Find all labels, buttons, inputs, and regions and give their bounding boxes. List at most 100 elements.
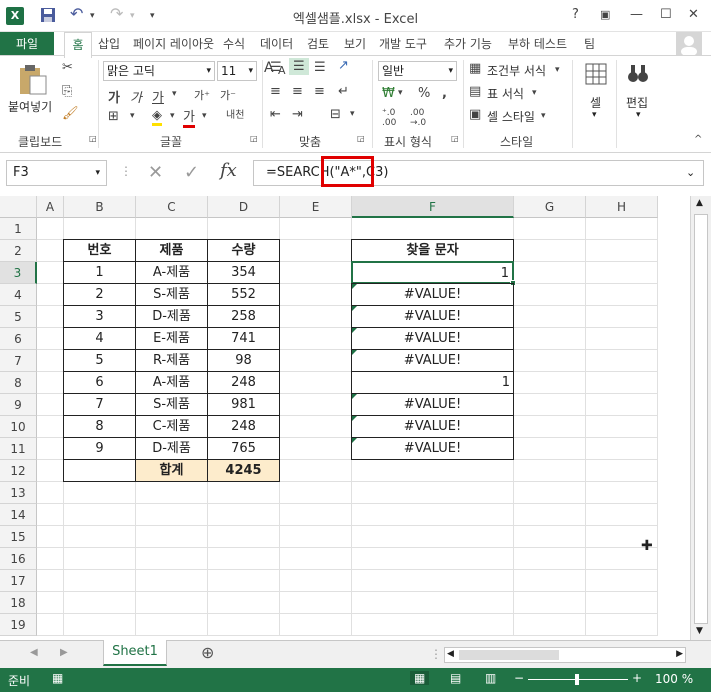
grid-cell[interactable] <box>280 482 352 504</box>
grid-cell[interactable] <box>208 548 280 570</box>
search-result-cell[interactable]: #VALUE! <box>351 349 514 372</box>
zoom-in-icon[interactable]: + <box>632 671 642 685</box>
grid-cell[interactable] <box>514 504 586 526</box>
grid-cell[interactable] <box>37 394 64 416</box>
table-cell[interactable]: 7 <box>63 393 136 416</box>
grid-cell[interactable] <box>280 438 352 460</box>
horizontal-scrollbar[interactable]: ◀ ▶ <box>444 647 686 663</box>
decrease-indent-icon[interactable]: ⇤ <box>270 107 281 122</box>
grid-cell[interactable] <box>208 526 280 548</box>
table-header-cell[interactable]: 번호 <box>63 239 136 262</box>
grid-cell[interactable] <box>37 262 64 284</box>
format-table-icon[interactable]: ▤ <box>469 84 481 99</box>
font-settings-icon[interactable]: 가⁺ <box>194 87 210 103</box>
font-color-dropdown-icon[interactable]: ▾ <box>202 111 207 121</box>
grid-cell[interactable] <box>514 372 586 394</box>
underline-dropdown-icon[interactable]: ▾ <box>172 89 177 99</box>
grid-cell[interactable] <box>514 614 586 636</box>
grid-cell[interactable] <box>514 350 586 372</box>
grid-cell[interactable] <box>208 614 280 636</box>
grid-cell[interactable] <box>514 526 586 548</box>
enter-icon[interactable]: ✓ <box>184 162 199 183</box>
search-result-cell[interactable]: #VALUE! <box>351 415 514 438</box>
grid-cell[interactable] <box>37 306 64 328</box>
vertical-scrollbar[interactable]: ▲ ▼ <box>690 196 711 640</box>
increase-decimal-icon[interactable]: ⁺.0.00 <box>382 108 396 128</box>
grid-cell[interactable] <box>586 482 658 504</box>
tab-view[interactable]: 보기 <box>344 35 366 52</box>
phonetic-icon[interactable]: 내천 <box>226 106 244 121</box>
table-cell[interactable] <box>63 459 136 482</box>
format-as-table-button[interactable]: 표 서식 <box>487 85 524 102</box>
orientation-icon[interactable]: ↗ <box>338 58 349 73</box>
expand-formula-bar-icon[interactable]: ⌄ <box>686 166 695 179</box>
grid-cell[interactable] <box>586 262 658 284</box>
help-button[interactable]: ? <box>572 7 579 22</box>
grid-cell[interactable] <box>208 570 280 592</box>
user-avatar[interactable] <box>676 32 702 56</box>
row-header-9[interactable]: 9 <box>0 394 37 416</box>
row-header-16[interactable]: 16 <box>0 548 37 570</box>
grid-cell[interactable] <box>514 262 586 284</box>
search-result-cell[interactable]: #VALUE! <box>351 393 514 416</box>
column-header-d[interactable]: D <box>208 196 280 218</box>
table-header-cell[interactable]: 제품 <box>135 239 208 262</box>
row-header-3[interactable]: 3 <box>0 262 37 284</box>
column-header-e[interactable]: E <box>280 196 352 218</box>
copy-icon[interactable]: ⎘ <box>62 84 72 99</box>
grid-cell[interactable] <box>514 548 586 570</box>
grid-cell[interactable] <box>280 526 352 548</box>
grid-cell[interactable] <box>64 548 136 570</box>
grid-cell[interactable] <box>64 614 136 636</box>
font-launcher-icon[interactable]: ◲ <box>250 134 258 143</box>
grid-cell[interactable] <box>136 482 208 504</box>
row-header-15[interactable]: 15 <box>0 526 37 548</box>
grid-cell[interactable] <box>64 592 136 614</box>
align-left-icon[interactable]: ≡ <box>270 84 281 99</box>
row-header-17[interactable]: 17 <box>0 570 37 592</box>
row-header-18[interactable]: 18 <box>0 592 37 614</box>
grid-cell[interactable] <box>586 592 658 614</box>
grid-cell[interactable] <box>586 460 658 482</box>
table-cell[interactable]: 981 <box>207 393 280 416</box>
decrease-decimal-icon[interactable]: .00 →.0 <box>410 108 426 128</box>
grid-cell[interactable] <box>136 614 208 636</box>
grid-cell[interactable] <box>514 394 586 416</box>
close-button[interactable]: ✕ <box>688 7 699 22</box>
cell-styles-icon[interactable]: ▣ <box>469 107 481 122</box>
table-cell[interactable]: S-제품 <box>135 393 208 416</box>
grid-cell[interactable] <box>37 526 64 548</box>
grid-cell[interactable] <box>514 460 586 482</box>
comma-icon[interactable]: , <box>442 86 447 101</box>
grid-cell[interactable] <box>64 526 136 548</box>
active-cell-f3[interactable]: 1 <box>351 261 516 286</box>
table-cell[interactable]: S-제품 <box>135 283 208 306</box>
row-header-19[interactable]: 19 <box>0 614 37 636</box>
align-middle-icon[interactable]: ☰ <box>289 58 309 75</box>
select-all-corner[interactable] <box>0 196 37 218</box>
grid-cell[interactable] <box>352 592 514 614</box>
grid-cell[interactable] <box>208 482 280 504</box>
column-header-c[interactable]: C <box>136 196 208 218</box>
tab-add-ins[interactable]: 추가 기능 <box>444 35 492 52</box>
chevron-down-icon[interactable]: ▾ <box>541 111 546 121</box>
grid-cell[interactable] <box>352 218 514 240</box>
column-header-b[interactable]: B <box>64 196 136 218</box>
table-cell[interactable]: C-제품 <box>135 415 208 438</box>
row-header-4[interactable]: 4 <box>0 284 37 306</box>
search-result-cell[interactable]: 1 <box>351 371 514 394</box>
wrap-text-icon[interactable]: ↵ <box>338 84 349 99</box>
align-bottom-icon[interactable]: ☰ <box>314 60 326 75</box>
tab-data[interactable]: 데이터 <box>260 35 293 52</box>
grid-cell[interactable] <box>280 262 352 284</box>
grid-cell[interactable] <box>514 570 586 592</box>
grid-cell[interactable] <box>280 350 352 372</box>
row-header-1[interactable]: 1 <box>0 218 37 240</box>
grid-cell[interactable] <box>514 328 586 350</box>
column-header-f[interactable]: F <box>352 196 514 218</box>
grid-cell[interactable] <box>586 284 658 306</box>
grid-cell[interactable] <box>352 504 514 526</box>
borders-icon[interactable]: ⊞ <box>108 109 119 124</box>
row-header-7[interactable]: 7 <box>0 350 37 372</box>
search-result-cell[interactable]: #VALUE! <box>351 305 514 328</box>
